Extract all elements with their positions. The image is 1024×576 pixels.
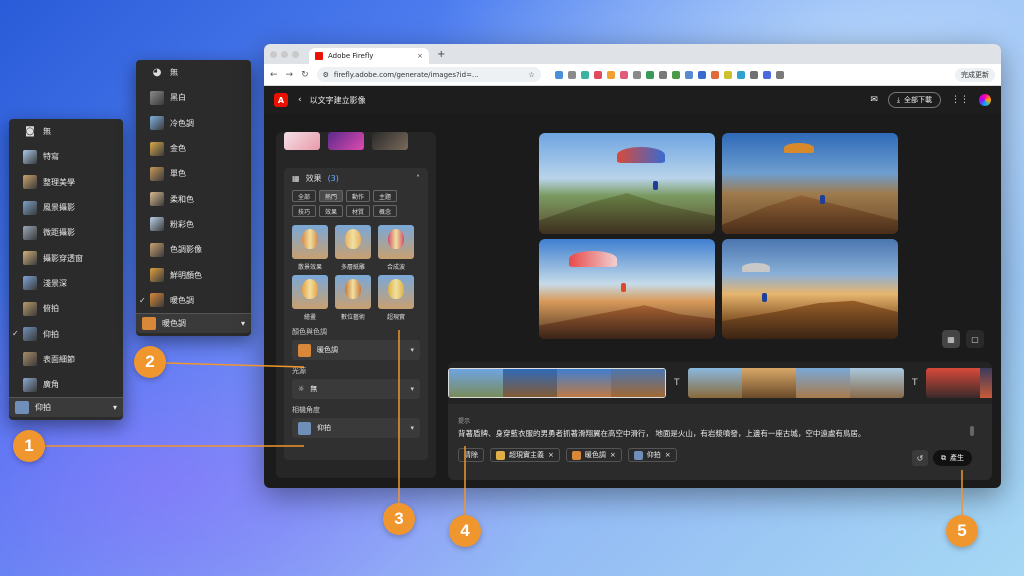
callout-3: 3 xyxy=(383,503,415,535)
callout-4: 4 xyxy=(449,515,481,547)
callout-5: 5 xyxy=(946,515,978,547)
callout-2: 2 xyxy=(134,346,166,378)
callout-lines xyxy=(45,330,963,518)
callout-1: 1 xyxy=(13,430,45,462)
